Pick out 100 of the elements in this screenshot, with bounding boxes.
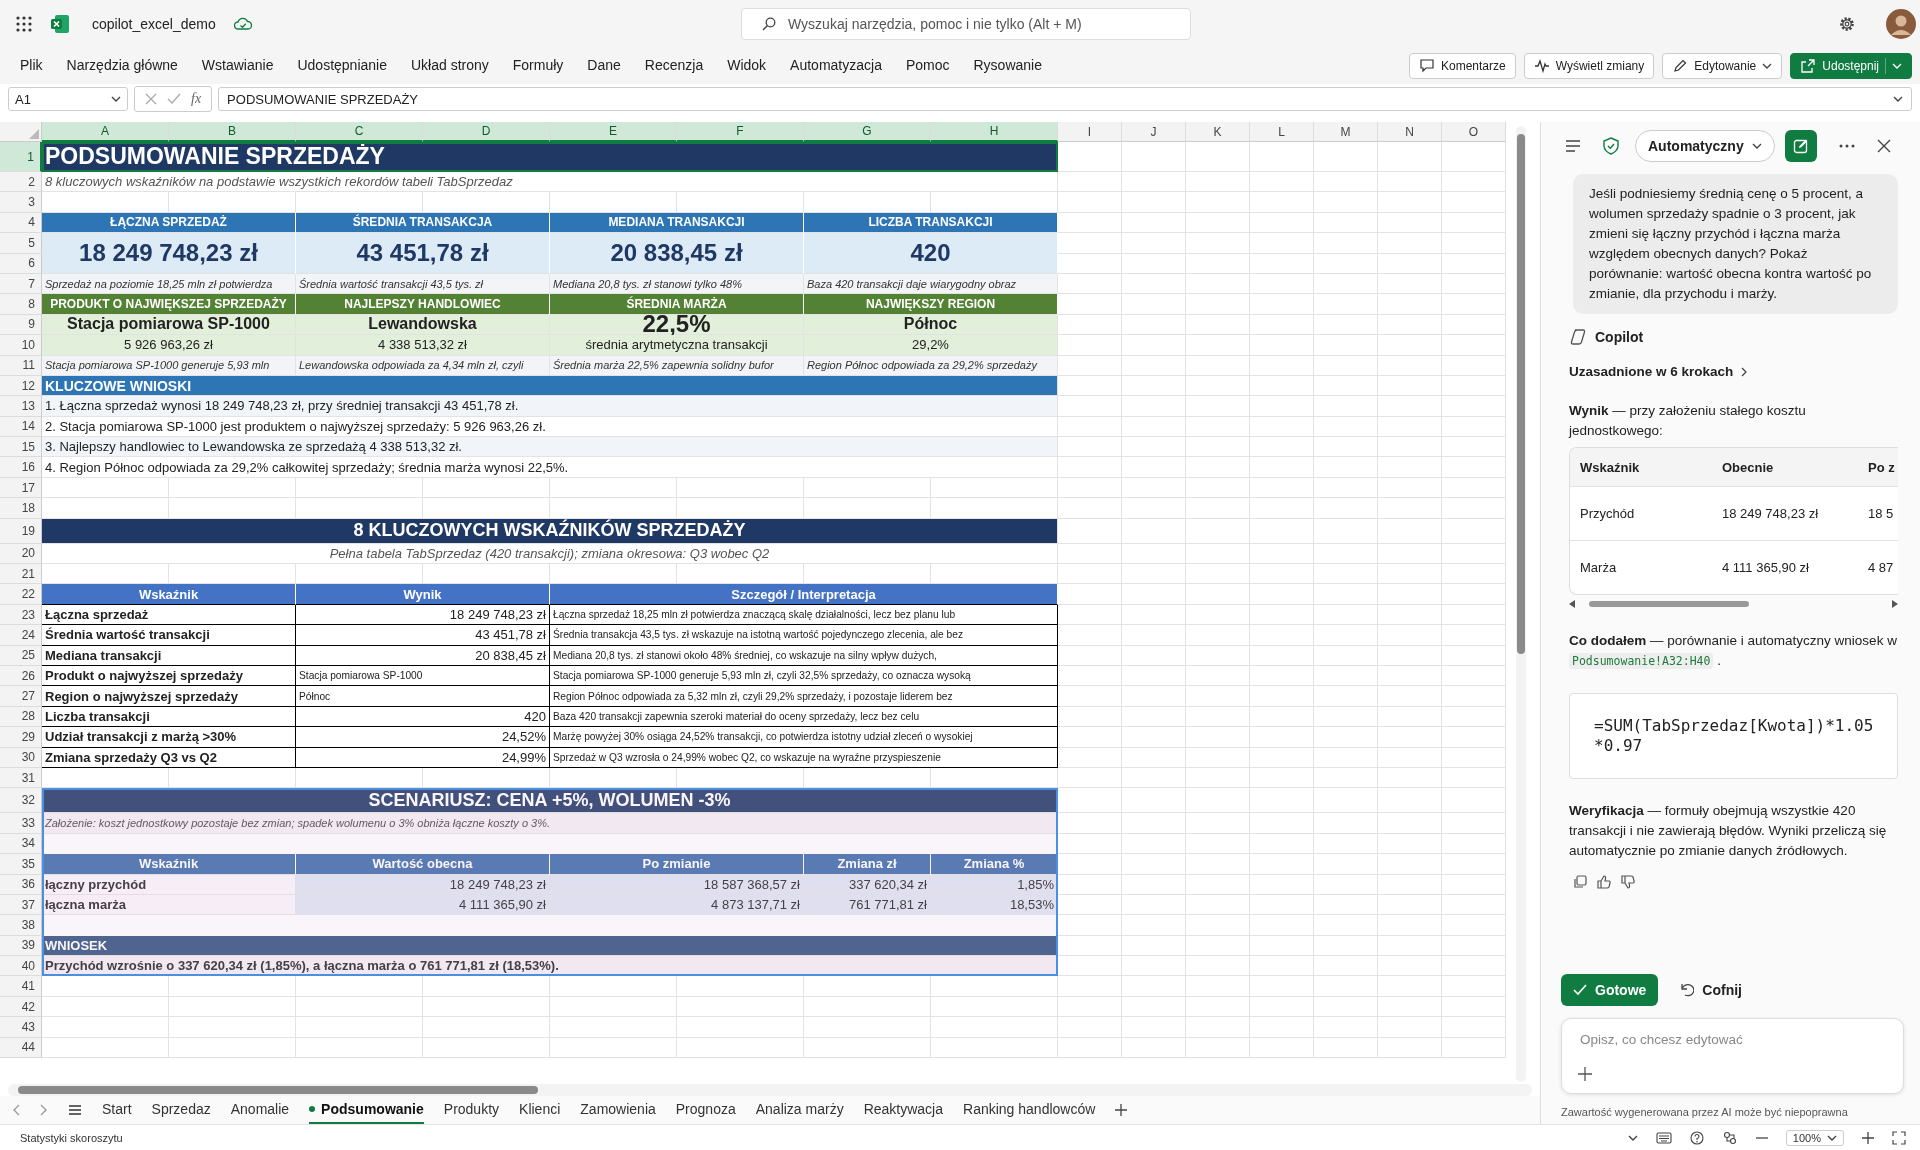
empty-cell[interactable] <box>1122 894 1186 916</box>
empty-cell[interactable] <box>1186 142 1250 172</box>
empty-cell[interactable] <box>550 996 677 1018</box>
avatar[interactable] <box>1886 9 1916 39</box>
search-input[interactable]: Wyszukaj narzędzia, pomoc i nie tylko (Alt + M) <box>786 15 1178 33</box>
empty-cell[interactable] <box>1378 1017 1442 1038</box>
new-chat-button[interactable] <box>1784 130 1817 162</box>
row-header[interactable]: 5 <box>0 233 42 254</box>
empty-cell[interactable] <box>1186 976 1250 997</box>
empty-cell[interactable] <box>1378 666 1442 687</box>
empty-cell[interactable] <box>804 1017 931 1038</box>
empty-cell[interactable] <box>1250 854 1314 875</box>
empty-cell[interactable] <box>296 192 423 213</box>
empty-cell[interactable] <box>1314 233 1378 254</box>
empty-cell[interactable] <box>1314 564 1378 585</box>
empty-cell[interactable] <box>1250 645 1314 666</box>
row-header[interactable]: 20 <box>0 543 42 565</box>
empty-cell[interactable] <box>1058 727 1122 748</box>
empty-cell[interactable] <box>1186 564 1250 585</box>
empty-cell[interactable] <box>931 192 1058 213</box>
more-icon[interactable] <box>1838 144 1855 148</box>
empty-cell[interactable] <box>1442 935 1506 957</box>
row-header[interactable]: 2 <box>0 172 42 193</box>
empty-cell[interactable] <box>1122 564 1186 585</box>
empty-cell[interactable] <box>1314 915 1378 936</box>
ribbon-tab[interactable]: Dane <box>587 51 621 81</box>
empty-cell[interactable] <box>1122 915 1186 936</box>
empty-cell[interactable] <box>1058 1017 1122 1038</box>
empty-cell[interactable] <box>169 477 296 499</box>
empty-cell[interactable] <box>1186 604 1250 626</box>
empty-cell[interactable] <box>423 1037 550 1058</box>
empty-cell[interactable] <box>1314 767 1378 789</box>
empty-cell[interactable] <box>1122 273 1186 295</box>
empty-cell[interactable] <box>1378 604 1442 626</box>
empty-cell[interactable] <box>1250 437 1314 458</box>
empty-cell[interactable] <box>1186 294 1250 315</box>
empty-cell[interactable] <box>1314 355 1378 376</box>
empty-cell[interactable] <box>1314 686 1378 707</box>
column-header[interactable]: M <box>1314 122 1378 142</box>
empty-cell[interactable] <box>1058 666 1122 687</box>
empty-cell[interactable] <box>296 1037 423 1058</box>
empty-cell[interactable] <box>1378 518 1442 544</box>
empty-cell[interactable] <box>1186 894 1250 916</box>
empty-cell[interactable] <box>1442 253 1506 274</box>
empty-cell[interactable] <box>1186 706 1250 728</box>
next-sheet-icon[interactable] <box>40 1104 48 1116</box>
row-header[interactable]: 32 <box>0 788 42 814</box>
empty-cell[interactable] <box>1122 335 1186 356</box>
empty-cell[interactable] <box>1442 314 1506 336</box>
empty-cell[interactable] <box>1122 314 1186 336</box>
empty-cell[interactable] <box>804 192 931 213</box>
row-header[interactable]: 10 <box>0 335 42 356</box>
empty-cell[interactable] <box>1314 172 1378 193</box>
help-icon[interactable] <box>1689 1130 1704 1145</box>
row-header[interactable]: 40 <box>0 956 42 977</box>
empty-cell[interactable] <box>1442 543 1506 565</box>
empty-cell[interactable] <box>1186 498 1250 519</box>
menu-icon[interactable] <box>1565 140 1581 152</box>
empty-cell[interactable] <box>1314 273 1378 295</box>
empty-cell[interactable] <box>1378 706 1442 728</box>
empty-cell[interactable] <box>1186 625 1250 646</box>
empty-cell[interactable] <box>804 976 931 997</box>
empty-cell[interactable] <box>677 996 804 1018</box>
empty-cell[interactable] <box>1250 314 1314 336</box>
empty-cell[interactable] <box>1442 355 1506 376</box>
empty-cell[interactable] <box>1442 833 1506 855</box>
empty-cell[interactable] <box>1314 747 1378 768</box>
toolbar-button[interactable]: Komentarze <box>1408 53 1516 79</box>
empty-cell[interactable] <box>1250 956 1314 977</box>
row-header[interactable]: 15 <box>0 437 42 458</box>
empty-cell[interactable] <box>1378 253 1442 274</box>
empty-cell[interactable] <box>1250 874 1314 895</box>
copy-icon[interactable] <box>1573 875 1587 889</box>
empty-cell[interactable] <box>1186 192 1250 213</box>
empty-cell[interactable] <box>1122 543 1186 565</box>
empty-cell[interactable] <box>1122 935 1186 957</box>
share-button[interactable]: Udostępnij <box>1790 53 1912 79</box>
empty-cell[interactable] <box>1314 212 1378 234</box>
empty-cell[interactable] <box>1122 645 1186 666</box>
empty-cell[interactable] <box>1186 584 1250 605</box>
empty-cell[interactable] <box>296 1017 423 1038</box>
empty-cell[interactable] <box>1250 813 1314 834</box>
ribbon-tab[interactable]: Widok <box>727 51 767 81</box>
empty-cell[interactable] <box>1122 976 1186 997</box>
empty-cell[interactable] <box>1314 996 1378 1018</box>
empty-cell[interactable] <box>1122 1037 1186 1058</box>
empty-cell[interactable] <box>1314 375 1378 397</box>
empty-cell[interactable] <box>931 996 1058 1018</box>
row-header[interactable]: 6 <box>0 253 42 274</box>
empty-cell[interactable] <box>1250 498 1314 519</box>
ribbon-tab[interactable]: Plik <box>20 51 43 81</box>
empty-cell[interactable] <box>1186 833 1250 855</box>
empty-cell[interactable] <box>1122 686 1186 707</box>
empty-cell[interactable] <box>1122 996 1186 1018</box>
empty-cell[interactable] <box>1122 1017 1186 1038</box>
sheet-tab[interactable]: Klienci <box>519 1096 561 1124</box>
empty-cell[interactable] <box>1186 355 1250 376</box>
empty-cell[interactable] <box>804 498 931 519</box>
empty-cell[interactable] <box>1442 437 1506 458</box>
reasoning-link[interactable]: Uzasadnione w 6 krokach <box>1569 364 1748 379</box>
